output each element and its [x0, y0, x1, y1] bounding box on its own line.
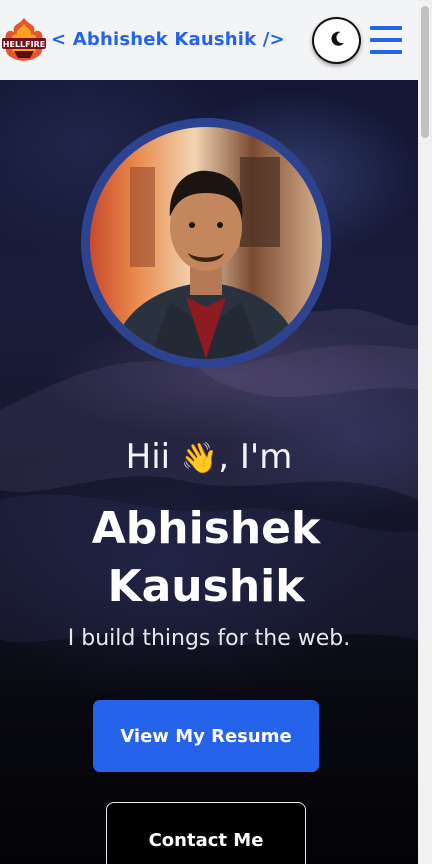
hamburger-menu-icon[interactable]: [370, 26, 402, 54]
greeting-suffix: , I'm: [218, 437, 293, 477]
hero-name: Abhishek Kaushik: [91, 503, 321, 612]
greeting-prefix: Hii: [125, 437, 171, 477]
hellfire-logo[interactable]: HELLFIRE: [0, 16, 48, 62]
profile-photo: [90, 127, 322, 359]
hero-tagline: I build things for the web.: [67, 626, 351, 651]
page-scrollbar[interactable]: [418, 0, 432, 864]
logo-wordmark: HELLFIRE: [3, 40, 45, 49]
contact-me-button[interactable]: Contact Me: [106, 802, 306, 864]
greeting: Hii 👋, I'm: [0, 437, 418, 477]
navbar: HELLFIRE < Abhishek Kaushik />: [0, 0, 418, 80]
theme-toggle-button[interactable]: [312, 17, 361, 64]
moon-icon: [327, 29, 347, 53]
avatar-ring: [81, 118, 331, 368]
scrollbar-thumb[interactable]: [421, 6, 429, 138]
brand-name[interactable]: < Abhishek Kaushik />: [51, 29, 285, 50]
view-resume-button[interactable]: View My Resume: [93, 700, 319, 772]
wave-icon: 👋: [180, 441, 219, 476]
